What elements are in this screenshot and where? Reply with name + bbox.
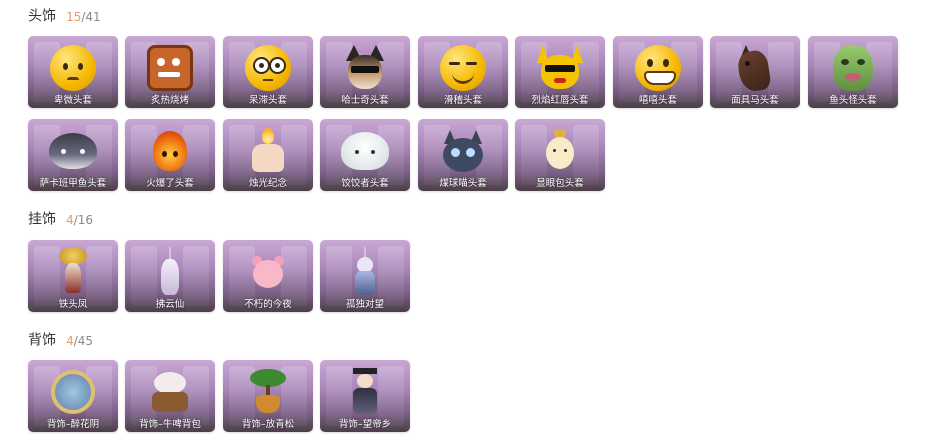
sacabambaspis-icon <box>45 125 101 177</box>
item-card[interactable]: 孤独对望 <box>320 240 410 312</box>
item-label: 炙热烧烤 <box>150 95 189 106</box>
dazed-face-icon <box>240 42 296 94</box>
item-card[interactable]: 背饰–牛啤背包 <box>125 360 215 432</box>
section-header: 头饰 15/41 <box>28 6 101 26</box>
humble-face-icon <box>45 42 101 94</box>
item-card[interactable]: 烈焰红唇头套 <box>515 36 605 108</box>
item-card[interactable]: 呆滞头套 <box>223 36 313 108</box>
headwear-grid: 卑微头套 炙热烧烤 呆滞头套 哈士奇头套 滑稽头套 烈焰红唇头套 嘻嘻头套 面具… <box>28 36 908 196</box>
red-lips-pikachu-icon <box>532 42 588 94</box>
item-card[interactable]: 嘻嘻头套 <box>613 36 703 108</box>
section-title: 挂饰 <box>28 211 56 228</box>
item-label: 煤球喵头套 <box>439 178 487 189</box>
item-card[interactable]: 萨卡班甲鱼头套 <box>28 119 118 191</box>
item-card[interactable]: 哈士奇头套 <box>320 36 410 108</box>
item-card[interactable]: 火爆了头套 <box>125 119 215 191</box>
grinning-face-icon <box>630 42 686 94</box>
item-card[interactable]: 铁头凤 <box>28 240 118 312</box>
fire-spirit-icon <box>142 125 198 177</box>
bonsai-pine-back-icon <box>240 366 296 418</box>
total-count: 41 <box>85 9 101 24</box>
item-label: 鱼头怪头套 <box>829 95 877 106</box>
section-header: 挂饰 4/16 <box>28 209 93 229</box>
item-card[interactable]: 拂云仙 <box>125 240 215 312</box>
owned-count: 15 <box>66 9 82 24</box>
item-card[interactable]: 背饰–放青松 <box>223 360 313 432</box>
collection-count: 15/41 <box>66 9 101 24</box>
phoenix-charm-icon <box>45 246 101 298</box>
section-title: 头饰 <box>28 8 56 25</box>
collection-page: 头饰 15/41 卑微头套 炙热烧烤 呆滞头套 哈士奇头套 滑稽头套 烈焰红唇头… <box>0 0 930 442</box>
item-label: 背饰–牛啤背包 <box>139 419 201 430</box>
item-label: 嘻嘻头套 <box>638 95 677 106</box>
item-card[interactable]: 烛光纪念 <box>223 119 313 191</box>
collection-count: 4/16 <box>66 212 94 227</box>
item-card[interactable]: 卑微头套 <box>28 36 118 108</box>
item-card[interactable]: 饺饺者头套 <box>320 119 410 191</box>
total-count: 45 <box>77 333 94 348</box>
item-card[interactable]: 煤球喵头套 <box>418 119 508 191</box>
item-label: 火爆了头套 <box>146 178 194 189</box>
section-title: 背饰 <box>28 332 56 349</box>
flower-wheel-back-icon <box>45 366 101 418</box>
item-label: 萨卡班甲鱼头套 <box>39 178 107 189</box>
item-label: 哈士奇头套 <box>341 95 389 106</box>
item-card[interactable]: 面具马头套 <box>710 36 800 108</box>
back-grid: 背饰–醉花阴 背饰–牛啤背包 背饰–放青松 背饰–望帝乡 <box>28 360 428 432</box>
item-label: 滑稽头套 <box>443 95 482 106</box>
toast-bread-icon <box>142 42 198 94</box>
item-label: 拂云仙 <box>155 299 185 310</box>
candle-icon <box>240 125 296 177</box>
section-headwear: 头饰 15/41 <box>28 6 101 26</box>
item-card[interactable]: 炙热烧烤 <box>125 36 215 108</box>
fish-monster-icon <box>825 42 881 94</box>
item-label: 饺饺者头套 <box>341 178 389 189</box>
cloud-fairy-charm-icon <box>142 246 198 298</box>
item-card[interactable]: 滑稽头套 <box>418 36 508 108</box>
owned-count: 4 <box>66 333 74 348</box>
item-label: 不朽的今夜 <box>244 299 292 310</box>
total-count: 16 <box>77 212 94 227</box>
funny-face-icon <box>435 42 491 94</box>
item-card[interactable]: 背饰–望帝乡 <box>320 360 410 432</box>
section-hanging: 挂饰 4/16 <box>28 209 93 229</box>
item-label: 孤独对望 <box>345 299 384 310</box>
item-label: 烛光纪念 <box>248 178 287 189</box>
item-label: 背饰–醉花阴 <box>46 419 100 430</box>
pink-bear-charm-icon <box>240 246 296 298</box>
bun-icon <box>532 125 588 177</box>
item-label: 背饰–放青松 <box>241 419 295 430</box>
section-back: 背饰 4/45 <box>28 330 93 350</box>
section-header: 背饰 4/45 <box>28 330 93 350</box>
cow-backpack-icon <box>142 366 198 418</box>
hanging-grid: 铁头凤 拂云仙 不朽的今夜 孤独对望 <box>28 240 428 312</box>
item-label: 铁头凤 <box>58 299 88 310</box>
lonely-gaze-charm-icon <box>337 246 393 298</box>
item-label: 呆滞头套 <box>248 95 287 106</box>
item-label: 背饰–望帝乡 <box>338 419 392 430</box>
husky-dog-icon <box>337 42 393 94</box>
item-label: 面具马头套 <box>731 95 779 106</box>
coal-cat-icon <box>435 125 491 177</box>
item-card[interactable]: 鱼头怪头套 <box>808 36 898 108</box>
horse-mask-icon <box>727 42 783 94</box>
item-card[interactable]: 背饰–醉花阴 <box>28 360 118 432</box>
owned-count: 4 <box>66 212 74 227</box>
item-card[interactable]: 显眼包头套 <box>515 119 605 191</box>
item-label: 烈焰红唇头套 <box>531 95 589 106</box>
item-card[interactable]: 不朽的今夜 <box>223 240 313 312</box>
item-label: 显眼包头套 <box>536 178 584 189</box>
item-label: 卑微头套 <box>53 95 92 106</box>
dumpling-icon <box>337 125 393 177</box>
emperor-figure-back-icon <box>337 366 393 418</box>
collection-count: 4/45 <box>66 333 94 348</box>
